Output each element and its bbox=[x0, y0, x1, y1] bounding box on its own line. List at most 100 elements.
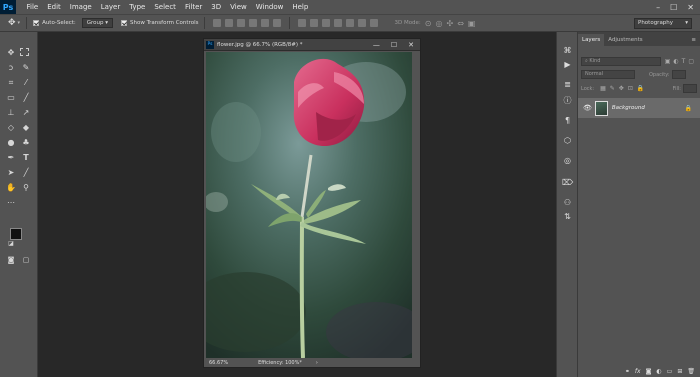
blend-mode-dropdown[interactable]: Normal bbox=[581, 70, 635, 79]
zoom-tool-icon[interactable]: ⚲ bbox=[20, 183, 32, 193]
layer-row-background[interactable]: 👁 Background 🔒 bbox=[578, 98, 700, 118]
auto-align-icon[interactable] bbox=[370, 19, 379, 27]
3d-drag-icon[interactable]: ✣ bbox=[446, 19, 453, 28]
gradient-tool-icon[interactable]: ◆ bbox=[20, 123, 32, 133]
distribute-bottom-icon[interactable] bbox=[322, 19, 331, 27]
line-tool-icon[interactable]: ╱ bbox=[20, 168, 32, 178]
pen-tool-icon[interactable]: ✒ bbox=[5, 153, 17, 163]
3d-rotate-icon[interactable]: ⊙ bbox=[425, 19, 432, 28]
distribute-top-icon[interactable] bbox=[298, 19, 307, 27]
link-layers-icon[interactable]: ⚭ bbox=[625, 368, 630, 375]
eye-icon[interactable]: 👁 bbox=[583, 104, 592, 112]
properties-panel-icon[interactable]: ≣ bbox=[562, 80, 573, 89]
tab-adjustments[interactable]: Adjustments bbox=[604, 34, 646, 46]
brush-tool-icon[interactable]: ╱ bbox=[20, 93, 32, 103]
menu-select[interactable]: Select bbox=[150, 0, 181, 14]
lock-icons[interactable]: ▦✎✥⊡🔒 bbox=[600, 85, 648, 92]
opacity-field[interactable] bbox=[671, 70, 686, 79]
3d-slide-icon[interactable]: ⇔ bbox=[457, 19, 464, 28]
lasso-tool-icon[interactable]: ↄ bbox=[5, 63, 17, 73]
info-panel-icon[interactable]: ⓘ bbox=[562, 96, 573, 105]
move-tool-icon[interactable]: ✥ bbox=[5, 48, 17, 58]
adjustment-layer-icon[interactable]: ◐ bbox=[656, 368, 661, 375]
history-panel-icon[interactable]: ⌘ bbox=[562, 46, 573, 55]
path-select-tool-icon[interactable]: ➤ bbox=[5, 168, 17, 178]
chevron-down-icon[interactable]: ▾ bbox=[18, 20, 21, 26]
distribute-right-icon[interactable] bbox=[358, 19, 367, 27]
3d-scale-icon[interactable]: ▣ bbox=[468, 19, 476, 28]
panel-menu-icon[interactable]: ≡ bbox=[691, 34, 700, 46]
show-transform-checkbox[interactable] bbox=[121, 20, 128, 26]
status-arrow-icon[interactable]: › bbox=[316, 360, 318, 366]
auto-select-dropdown[interactable]: Group ▾ bbox=[81, 18, 114, 28]
adjustment-panel-icon[interactable]: ⇅ bbox=[562, 212, 573, 221]
eraser-tool-icon[interactable]: ◇ bbox=[5, 123, 17, 133]
add-mask-icon[interactable]: ◙ bbox=[646, 368, 652, 375]
eyedropper-tool-icon[interactable]: ⁄ bbox=[20, 78, 32, 88]
screen-mode-icon[interactable]: ▢ bbox=[20, 255, 32, 265]
brush-panel-icon[interactable]: ⌦ bbox=[562, 178, 573, 187]
maximize-button[interactable]: ☐ bbox=[670, 3, 677, 12]
3d-roll-icon[interactable]: ◎ bbox=[436, 19, 443, 28]
layer-filter-icons[interactable]: ▣◐T▢ bbox=[665, 58, 697, 65]
workspace-dropdown[interactable]: Photography ▾ bbox=[634, 18, 692, 29]
quick-select-tool-icon[interactable]: ✎ bbox=[20, 63, 32, 73]
menu-window[interactable]: Window bbox=[251, 0, 288, 14]
align-middle-icon[interactable] bbox=[225, 19, 234, 27]
menu-view[interactable]: View bbox=[226, 0, 252, 14]
more-tools-icon[interactable]: ⋯ bbox=[5, 198, 17, 208]
crop-tool-icon[interactable]: ⌗ bbox=[5, 78, 17, 88]
menu-image[interactable]: Image bbox=[65, 0, 96, 14]
trash-icon[interactable]: 🗑 bbox=[687, 368, 695, 375]
menu-filter[interactable]: Filter bbox=[180, 0, 206, 14]
flower-photo[interactable] bbox=[206, 52, 412, 358]
menu-edit[interactable]: Edit bbox=[43, 0, 66, 14]
clone-stamp-tool-icon[interactable]: ⊥ bbox=[5, 108, 17, 118]
actions-panel-icon[interactable]: ▶ bbox=[562, 60, 573, 69]
healing-brush-tool-icon[interactable]: ▭ bbox=[5, 93, 17, 103]
marquee-tool-icon[interactable] bbox=[20, 48, 29, 56]
distribute-middle-icon[interactable] bbox=[310, 19, 319, 27]
auto-select-checkbox[interactable] bbox=[33, 20, 40, 26]
align-top-icon[interactable] bbox=[213, 19, 222, 27]
character-panel-icon[interactable]: ¶ bbox=[562, 116, 573, 125]
blur-tool-icon[interactable]: ● bbox=[5, 138, 17, 148]
align-center-icon[interactable] bbox=[261, 19, 270, 27]
menu-layer[interactable]: Layer bbox=[96, 0, 125, 14]
doc-close-button[interactable]: ✕ bbox=[408, 39, 414, 51]
distribute-center-icon[interactable] bbox=[346, 19, 355, 27]
align-right-icon[interactable] bbox=[273, 19, 282, 27]
menu-3d[interactable]: 3D bbox=[207, 0, 226, 14]
distribute-left-icon[interactable] bbox=[334, 19, 343, 27]
new-group-icon[interactable]: ▭ bbox=[667, 368, 673, 375]
clone-source-panel-icon[interactable]: ⚇ bbox=[562, 198, 573, 207]
default-colors-icon[interactable]: ◪ bbox=[5, 239, 17, 249]
type-tool-icon[interactable]: T bbox=[20, 153, 32, 163]
document-title-bar[interactable]: Ps flower.jpg @ 66.7% (RGB/8#) * — ☐ ✕ bbox=[204, 39, 420, 51]
dodge-tool-icon[interactable]: ♣ bbox=[20, 138, 32, 148]
history-brush-tool-icon[interactable]: ↗ bbox=[20, 108, 32, 118]
move-tool-icon[interactable]: ✥ bbox=[8, 18, 16, 28]
tab-layers[interactable]: Layers bbox=[578, 34, 605, 46]
close-button[interactable]: ✕ bbox=[687, 3, 694, 12]
align-left-icon[interactable] bbox=[249, 19, 258, 27]
layer-name[interactable]: Background bbox=[612, 105, 645, 111]
doc-minimize-button[interactable]: — bbox=[373, 39, 380, 51]
efficiency-status[interactable]: Efficiency: 100%* bbox=[258, 360, 302, 366]
menu-type[interactable]: Type bbox=[125, 0, 150, 14]
zoom-level[interactable]: 66.67% bbox=[209, 360, 228, 366]
channels-panel-icon[interactable]: ◎ bbox=[562, 156, 573, 165]
layer-style-icon[interactable]: fx bbox=[635, 368, 641, 375]
doc-maximize-button[interactable]: ☐ bbox=[391, 39, 397, 51]
hand-tool-icon[interactable]: ✋ bbox=[5, 183, 17, 193]
fill-field[interactable] bbox=[683, 84, 697, 93]
3d-panel-icon[interactable]: ⬡ bbox=[562, 136, 573, 145]
layers-panel: Layers Adjustments ≡ ⌕ Kind ▣◐T▢ Normal … bbox=[578, 32, 700, 377]
layer-filter-search[interactable]: ⌕ Kind bbox=[581, 57, 661, 66]
menu-help[interactable]: Help bbox=[288, 0, 313, 14]
quick-mask-icon[interactable]: ◙ bbox=[5, 255, 17, 265]
align-bottom-icon[interactable] bbox=[237, 19, 246, 27]
new-layer-icon[interactable]: ⊞ bbox=[677, 368, 682, 375]
minimize-button[interactable]: – bbox=[656, 3, 660, 12]
menu-file[interactable]: File bbox=[22, 0, 43, 14]
